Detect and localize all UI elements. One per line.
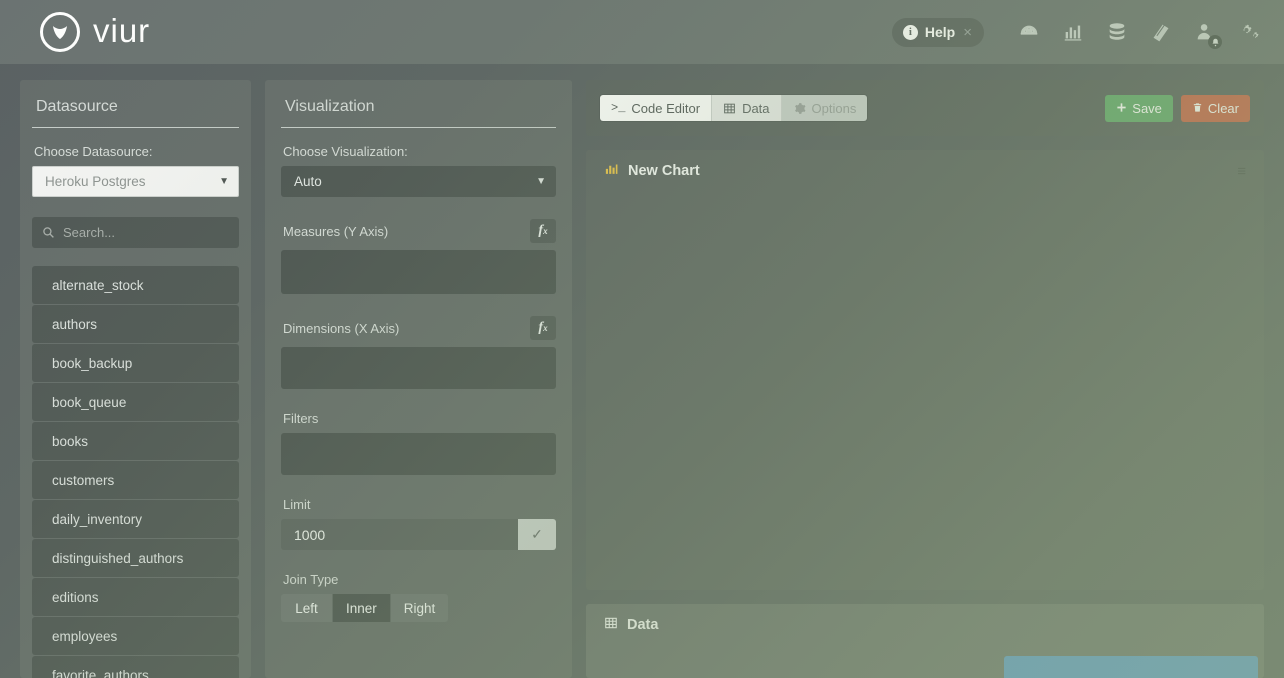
measures-dropzone[interactable]: [281, 250, 556, 294]
dimensions-label-row: Dimensions (X Axis) fx: [281, 316, 556, 340]
data-panel-header: Data: [586, 604, 1264, 646]
join-type-label-row: Join Type: [281, 572, 556, 587]
choose-datasource-label: Choose Datasource:: [34, 144, 153, 159]
data-panel: Data: [586, 604, 1264, 678]
tab-data-label: Data: [742, 100, 770, 116]
brand-name: viur: [93, 12, 151, 49]
list-item[interactable]: daily_inventory: [32, 500, 239, 538]
viur-logo-icon: [40, 12, 80, 52]
tab-code-editor[interactable]: >_ Code Editor: [600, 95, 713, 121]
join-type-right[interactable]: Right: [390, 594, 449, 622]
user-icon[interactable]: [1192, 19, 1222, 49]
tab-options-label: Options: [811, 100, 857, 116]
workspace: Datasource Choose Datasource: Heroku Pos…: [0, 64, 1284, 678]
toolbar-actions: Save Clear: [1105, 94, 1250, 122]
datasource-panel-title: Datasource: [32, 96, 239, 128]
database-icon[interactable]: [1104, 19, 1130, 45]
clear-button[interactable]: Clear: [1180, 94, 1250, 122]
chart-canvas[interactable]: [586, 192, 1264, 590]
list-item[interactable]: authors: [32, 305, 239, 343]
bar-chart-icon: [604, 162, 619, 181]
join-type-left[interactable]: Left: [281, 594, 333, 622]
editor-toolbar: >_ Code Editor Data Options Save Clear: [586, 80, 1264, 136]
chevron-down-icon: ▼: [536, 176, 546, 187]
notification-bell-icon: [1208, 35, 1222, 49]
plus-icon: [1116, 101, 1127, 116]
limit-confirm-button[interactable]: ✓: [518, 519, 556, 550]
visualization-select-value: Auto: [294, 174, 322, 189]
filters-dropzone[interactable]: [281, 433, 556, 475]
chart-icon[interactable]: [1060, 19, 1086, 45]
table-grid-icon: [723, 102, 736, 115]
tab-code-editor-label: Code Editor: [631, 100, 701, 116]
save-button-label: Save: [1132, 100, 1162, 116]
terminal-prompt-icon: >_: [611, 101, 626, 115]
join-type-label: Join Type: [283, 572, 339, 587]
dimensions-label: Dimensions (X Axis): [283, 320, 400, 336]
brand-logo[interactable]: viur: [40, 12, 150, 52]
main-content-column: >_ Code Editor Data Options Save Clear N…: [586, 80, 1264, 678]
search-icon: [42, 226, 55, 239]
list-item[interactable]: editions: [32, 578, 239, 616]
list-item[interactable]: distinguished_authors: [32, 539, 239, 577]
settings-gears-icon[interactable]: [1236, 19, 1262, 45]
dimensions-formula-button[interactable]: fx: [530, 316, 556, 340]
join-type-segmented-control: Left Inner Right: [281, 594, 449, 622]
fx-sub: x: [543, 323, 548, 333]
trash-icon: [1192, 101, 1203, 116]
limit-input[interactable]: 1000: [281, 519, 518, 550]
dashboard-icon[interactable]: [1016, 19, 1042, 45]
list-item[interactable]: book_backup: [32, 344, 239, 382]
help-button[interactable]: i Help ×: [891, 17, 984, 47]
top-navigation-bar: viur i Help ×: [0, 0, 1284, 64]
fx-sub: x: [543, 226, 548, 236]
list-item[interactable]: books: [32, 422, 239, 460]
hamburger-menu-icon[interactable]: ≡: [1237, 164, 1246, 179]
datasource-select-value: Heroku Postgres: [45, 174, 146, 189]
list-item[interactable]: customers: [32, 461, 239, 499]
measures-formula-button[interactable]: fx: [530, 219, 556, 243]
topbar-actions: i Help ×: [891, 17, 1262, 49]
limit-label: Limit: [283, 497, 311, 512]
datasource-panel: Datasource Choose Datasource: Heroku Pos…: [20, 80, 251, 678]
filters-label: Filters: [283, 411, 319, 426]
visualization-panel-title: Visualization: [281, 96, 556, 128]
book-icon[interactable]: [1148, 19, 1174, 45]
dimensions-dropzone[interactable]: [281, 347, 556, 389]
join-type-inner[interactable]: Inner: [333, 594, 391, 622]
clear-button-label: Clear: [1207, 100, 1239, 116]
close-icon[interactable]: ×: [963, 24, 972, 41]
filters-label-row: Filters: [281, 411, 556, 426]
tab-data[interactable]: Data: [712, 95, 782, 121]
datasource-select[interactable]: Heroku Postgres ▼: [32, 166, 239, 197]
visualization-panel: Visualization Choose Visualization: Auto…: [265, 80, 572, 678]
chart-panel-title: New Chart: [628, 163, 700, 179]
table-grid-icon: [604, 616, 618, 634]
chart-panel: New Chart ≡: [586, 150, 1264, 590]
search-input[interactable]: Search...: [32, 217, 239, 248]
chevron-down-icon: ▼: [219, 176, 229, 187]
list-item[interactable]: book_queue: [32, 383, 239, 421]
info-icon: i: [902, 24, 918, 40]
data-grid-header-row[interactable]: [1004, 656, 1258, 678]
table-list: alternate_stock authors book_backup book…: [32, 266, 239, 678]
data-panel-title: Data: [627, 617, 659, 633]
list-item[interactable]: alternate_stock: [32, 266, 239, 304]
gear-icon: [793, 102, 806, 115]
save-button[interactable]: Save: [1105, 94, 1173, 122]
editor-tabs: >_ Code Editor Data Options: [600, 95, 868, 121]
search-placeholder: Search...: [63, 225, 116, 240]
help-label: Help: [924, 24, 956, 40]
choose-visualization-label: Choose Visualization:: [283, 144, 408, 159]
visualization-select[interactable]: Auto ▼: [281, 166, 556, 197]
list-item[interactable]: favorite_authors: [32, 656, 239, 678]
chart-panel-header: New Chart ≡: [586, 150, 1264, 192]
limit-control: 1000 ✓: [281, 519, 556, 550]
tab-options[interactable]: Options: [781, 95, 868, 121]
list-item[interactable]: employees: [32, 617, 239, 655]
measures-label: Measures (Y Axis): [283, 223, 389, 239]
measures-label-row: Measures (Y Axis) fx: [281, 219, 556, 243]
limit-label-row: Limit: [281, 497, 556, 512]
